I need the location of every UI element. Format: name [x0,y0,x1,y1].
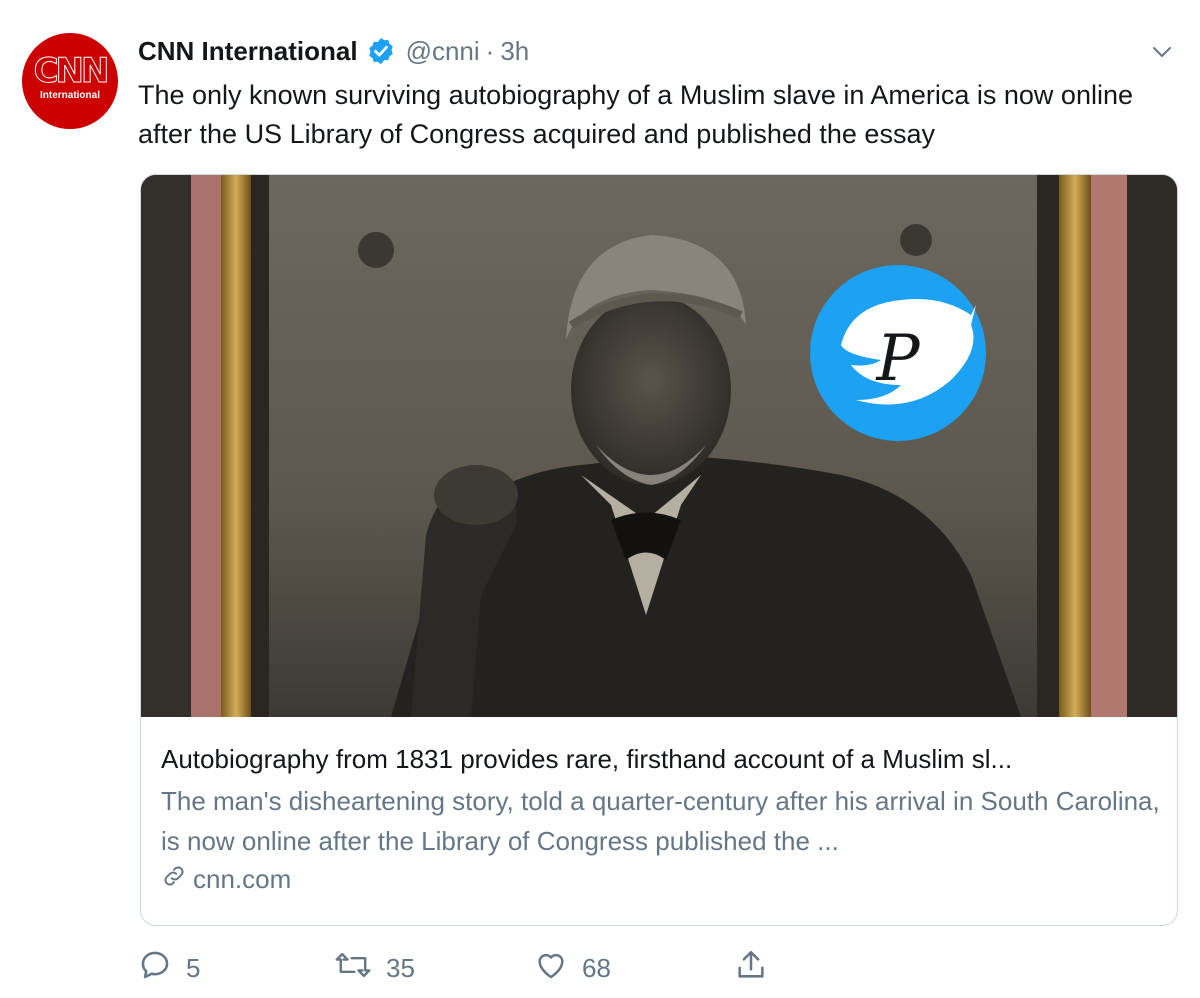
like-button[interactable]: 68 [534,948,611,988]
author-name[interactable]: CNN International [138,36,358,67]
retweet-icon [334,948,386,989]
card-title: Autobiography from 1831 provides rare, f… [161,744,1013,774]
tweet-header: CNN International @cnni · 3h [138,34,529,68]
watermark-badge: P [810,265,986,441]
card-image[interactable]: P [141,175,1177,717]
tweet-timestamp[interactable]: 3h [500,36,529,67]
card-text: Autobiography from 1831 provides rare, f… [161,741,1161,896]
reply-count: 5 [186,952,201,983]
reply-button[interactable]: 5 [138,948,200,988]
svg-text:P: P [875,322,920,396]
share-button[interactable] [734,948,782,988]
share-icon [734,948,782,989]
cnn-logo-subtitle: International [39,90,100,101]
tweet-actions: 5 35 68 [138,948,838,988]
author-handle[interactable]: @cnni [406,36,480,67]
tweet-text: The only known surviving autobiography o… [138,80,1133,149]
retweet-button[interactable]: 35 [334,948,415,988]
chevron-down-icon[interactable] [1150,40,1174,64]
like-count: 68 [582,952,611,983]
author-avatar[interactable]: CNN International [22,33,118,129]
cnn-logo: CNN [33,51,110,91]
retweet-count: 35 [386,952,415,983]
card-description: The man's disheartening story, told a qu… [161,786,1160,856]
link-preview-card[interactable]: P Autobiography from 1831 provides rare,… [140,174,1178,926]
link-icon [161,863,193,896]
reply-icon [138,948,186,989]
like-icon [534,948,582,989]
separator-dot: · [485,35,495,66]
card-domain: cnn.com [161,863,1161,896]
card-domain-text: cnn.com [193,864,292,894]
verified-badge-icon [366,36,396,66]
